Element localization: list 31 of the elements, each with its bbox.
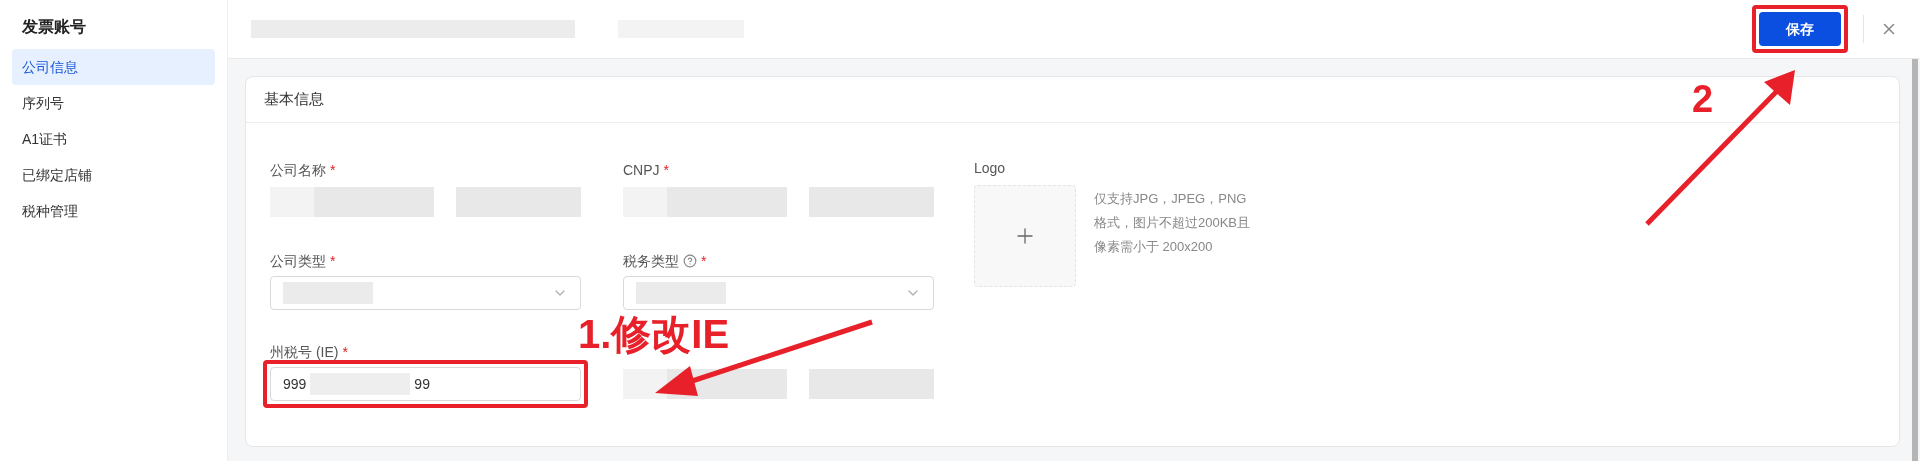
field-value: 999 — [283, 374, 307, 394]
sidebar-item[interactable]: 公司信息 — [12, 49, 215, 85]
field-label: Logo — [974, 161, 1007, 178]
input-field[interactable]: 999 99 — [270, 367, 581, 401]
required-mark: * — [701, 254, 707, 268]
upload-hint: 仅支持JPG，JPEG，PNG — [1094, 190, 1248, 208]
field-label: CNPJ — [623, 163, 660, 177]
select-field[interactable] — [623, 276, 934, 310]
sidebar-item[interactable]: A1证书 — [12, 121, 215, 157]
required-mark: * — [342, 345, 348, 359]
scrollbar[interactable] — [1912, 59, 1918, 461]
section-title: 基本信息 — [264, 89, 324, 110]
sidebar-title: 发票账号 — [21, 17, 87, 37]
required-mark: * — [330, 163, 336, 177]
field-label: 州税号 (IE) — [270, 345, 339, 359]
annotation-label: 2 — [1692, 80, 1714, 118]
field-value: 99 — [414, 374, 430, 394]
upload-box[interactable] — [974, 185, 1076, 287]
select-field[interactable] — [270, 276, 581, 310]
field-label: 公司名称 — [270, 163, 326, 177]
field-label: 公司类型 — [270, 254, 326, 268]
sidebar-item[interactable]: 已绑定店铺 — [12, 157, 215, 193]
annotation-label: 1.修改IE — [578, 314, 730, 354]
save-button[interactable]: 保存 — [1759, 12, 1841, 46]
required-mark: * — [663, 163, 669, 177]
required-mark: * — [330, 254, 336, 268]
upload-hint: 像素需小于 200x200 — [1094, 238, 1214, 256]
sidebar-item[interactable]: 税种管理 — [12, 193, 215, 229]
field-label: 税务类型 — [623, 254, 679, 268]
sidebar-item[interactable]: 序列号 — [12, 85, 215, 121]
upload-hint: 格式，图片不超过200KB且 — [1094, 214, 1251, 232]
